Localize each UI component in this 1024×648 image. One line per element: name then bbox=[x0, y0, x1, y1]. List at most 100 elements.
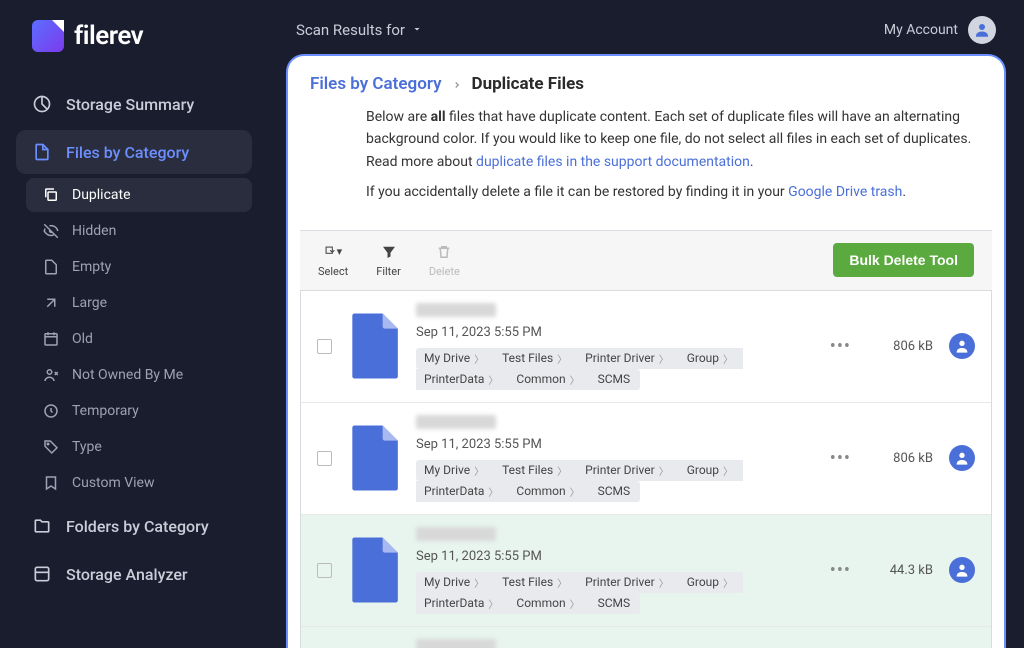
nav-label: Storage Summary bbox=[66, 95, 194, 114]
nav-storage-analyzer[interactable]: Storage Analyzer bbox=[16, 552, 252, 596]
user-x-icon bbox=[42, 366, 60, 384]
file-icon bbox=[32, 142, 52, 162]
path-segment[interactable]: PrinterData〉 bbox=[416, 481, 508, 502]
path-segment[interactable]: My Drive〉 bbox=[416, 460, 494, 481]
file-path: My Drive〉Test Files〉Printer Driver〉Group… bbox=[416, 348, 808, 390]
more-icon[interactable]: ••• bbox=[824, 560, 857, 581]
file-size: 806 kB bbox=[873, 339, 933, 354]
path-segment[interactable]: Test Files〉 bbox=[494, 460, 577, 481]
sub-hidden[interactable]: Hidden bbox=[26, 214, 252, 248]
logo[interactable]: filerev bbox=[16, 20, 252, 52]
sub-type[interactable]: Type bbox=[26, 430, 252, 464]
sub-label: Empty bbox=[72, 259, 111, 275]
path-segment[interactable]: Group〉 bbox=[679, 572, 743, 593]
sub-not-owned[interactable]: Not Owned By Me bbox=[26, 358, 252, 392]
chevron-down-icon bbox=[411, 21, 423, 39]
account-label: My Account bbox=[884, 22, 958, 38]
chevron-right-icon: 〉 bbox=[488, 484, 498, 499]
analyzer-icon bbox=[32, 564, 52, 584]
file-size: 806 kB bbox=[873, 451, 933, 466]
nav-files-by-category[interactable]: Files by Category bbox=[16, 130, 252, 174]
path-segment[interactable]: SCMS bbox=[590, 369, 641, 390]
filter-icon bbox=[380, 243, 398, 261]
path-segment[interactable]: Test Files〉 bbox=[494, 572, 577, 593]
pie-chart-icon bbox=[32, 94, 52, 114]
sub-label: Large bbox=[72, 295, 107, 311]
path-segment[interactable]: My Drive〉 bbox=[416, 348, 494, 369]
select-tool[interactable]: ▾ Select bbox=[318, 243, 348, 278]
file-row[interactable]: Sep 11, 2023 5:55 PMMy Drive〉Test Files〉… bbox=[301, 627, 991, 648]
file-path: My Drive〉Test Files〉Printer Driver〉Group… bbox=[416, 572, 808, 614]
nav-folders-by-category[interactable]: Folders by Category bbox=[16, 504, 252, 548]
account-menu[interactable]: My Account bbox=[884, 16, 996, 44]
path-segment[interactable]: SCMS bbox=[590, 593, 641, 614]
sub-label: Duplicate bbox=[72, 187, 131, 203]
path-segment[interactable]: PrinterData〉 bbox=[416, 369, 508, 390]
file-date: Sep 11, 2023 5:55 PM bbox=[416, 437, 808, 452]
more-icon[interactable]: ••• bbox=[824, 336, 857, 357]
file-row[interactable]: Sep 11, 2023 5:55 PM My Drive〉Test Files〉… bbox=[301, 515, 991, 627]
nav-storage-summary[interactable]: Storage Summary bbox=[16, 82, 252, 126]
file-date: Sep 11, 2023 5:55 PM bbox=[416, 549, 808, 564]
path-segment[interactable]: Common〉 bbox=[508, 369, 589, 390]
path-segment[interactable]: Test Files〉 bbox=[494, 348, 577, 369]
chevron-right-icon: 〉 bbox=[723, 463, 733, 478]
sub-old[interactable]: Old bbox=[26, 322, 252, 356]
more-icon[interactable]: ••• bbox=[824, 448, 857, 469]
path-segment[interactable]: Common〉 bbox=[508, 593, 589, 614]
copy-icon bbox=[42, 186, 60, 204]
sub-temporary[interactable]: Temporary bbox=[26, 394, 252, 428]
file-name bbox=[416, 415, 496, 429]
logo-icon bbox=[32, 20, 64, 52]
scan-results-label: Scan Results for bbox=[296, 21, 405, 39]
chevron-right-icon: 〉 bbox=[723, 351, 733, 366]
file-date: Sep 11, 2023 5:55 PM bbox=[416, 325, 808, 340]
file-checkbox[interactable] bbox=[317, 339, 332, 354]
owner-avatar-icon[interactable] bbox=[949, 445, 975, 471]
sub-large[interactable]: Large bbox=[26, 286, 252, 320]
sub-custom-view[interactable]: Custom View bbox=[26, 466, 252, 500]
filter-tool[interactable]: Filter bbox=[376, 243, 401, 278]
bulk-delete-button[interactable]: Bulk Delete Tool bbox=[833, 243, 974, 277]
path-segment[interactable]: Printer Driver〉 bbox=[577, 460, 679, 481]
path-segment[interactable]: Printer Driver〉 bbox=[577, 348, 679, 369]
chevron-right-icon: 〉 bbox=[474, 351, 484, 366]
nav-label: Folders by Category bbox=[66, 517, 209, 536]
file-checkbox[interactable] bbox=[317, 451, 332, 466]
file-checkbox[interactable] bbox=[317, 563, 332, 578]
file-size: 44.3 kB bbox=[873, 563, 933, 578]
bookmark-icon bbox=[42, 474, 60, 492]
sub-empty[interactable]: Empty bbox=[26, 250, 252, 284]
delete-tool[interactable]: Delete bbox=[429, 243, 460, 278]
chevron-right-icon: 〉 bbox=[557, 575, 567, 590]
intro-text: Below are all files that have duplicate … bbox=[288, 106, 1004, 230]
sub-label: Old bbox=[72, 331, 93, 347]
docs-link[interactable]: duplicate files in the support documenta… bbox=[476, 154, 750, 170]
scan-results-dropdown[interactable]: Scan Results for bbox=[296, 21, 423, 39]
file-row[interactable]: Sep 11, 2023 5:55 PM My Drive〉Test Files〉… bbox=[301, 291, 991, 403]
owner-avatar-icon[interactable] bbox=[949, 333, 975, 359]
path-segment[interactable]: Group〉 bbox=[679, 460, 743, 481]
file-row[interactable]: Sep 11, 2023 5:55 PM My Drive〉Test Files〉… bbox=[301, 403, 991, 515]
chevron-right-icon: 〉 bbox=[474, 463, 484, 478]
sub-label: Not Owned By Me bbox=[72, 367, 183, 383]
path-segment[interactable]: Group〉 bbox=[679, 348, 743, 369]
path-segment[interactable]: Common〉 bbox=[508, 481, 589, 502]
trash-link[interactable]: Google Drive trash bbox=[788, 184, 902, 200]
document-icon bbox=[348, 312, 400, 380]
path-segment[interactable]: SCMS bbox=[590, 481, 641, 502]
sub-label: Type bbox=[72, 439, 102, 455]
logo-text: filerev bbox=[74, 21, 143, 51]
file-name bbox=[416, 527, 496, 541]
file-name bbox=[416, 639, 496, 648]
chevron-right-icon: 〉 bbox=[488, 596, 498, 611]
path-segment[interactable]: My Drive〉 bbox=[416, 572, 494, 593]
document-icon bbox=[348, 424, 400, 492]
breadcrumb: Files by Category Duplicate Files bbox=[288, 56, 1004, 106]
breadcrumb-parent[interactable]: Files by Category bbox=[310, 74, 442, 94]
sub-duplicate[interactable]: Duplicate bbox=[26, 178, 252, 212]
path-segment[interactable]: Printer Driver〉 bbox=[577, 572, 679, 593]
path-segment[interactable]: PrinterData〉 bbox=[416, 593, 508, 614]
chevron-right-icon: 〉 bbox=[488, 372, 498, 387]
owner-avatar-icon[interactable] bbox=[949, 557, 975, 583]
